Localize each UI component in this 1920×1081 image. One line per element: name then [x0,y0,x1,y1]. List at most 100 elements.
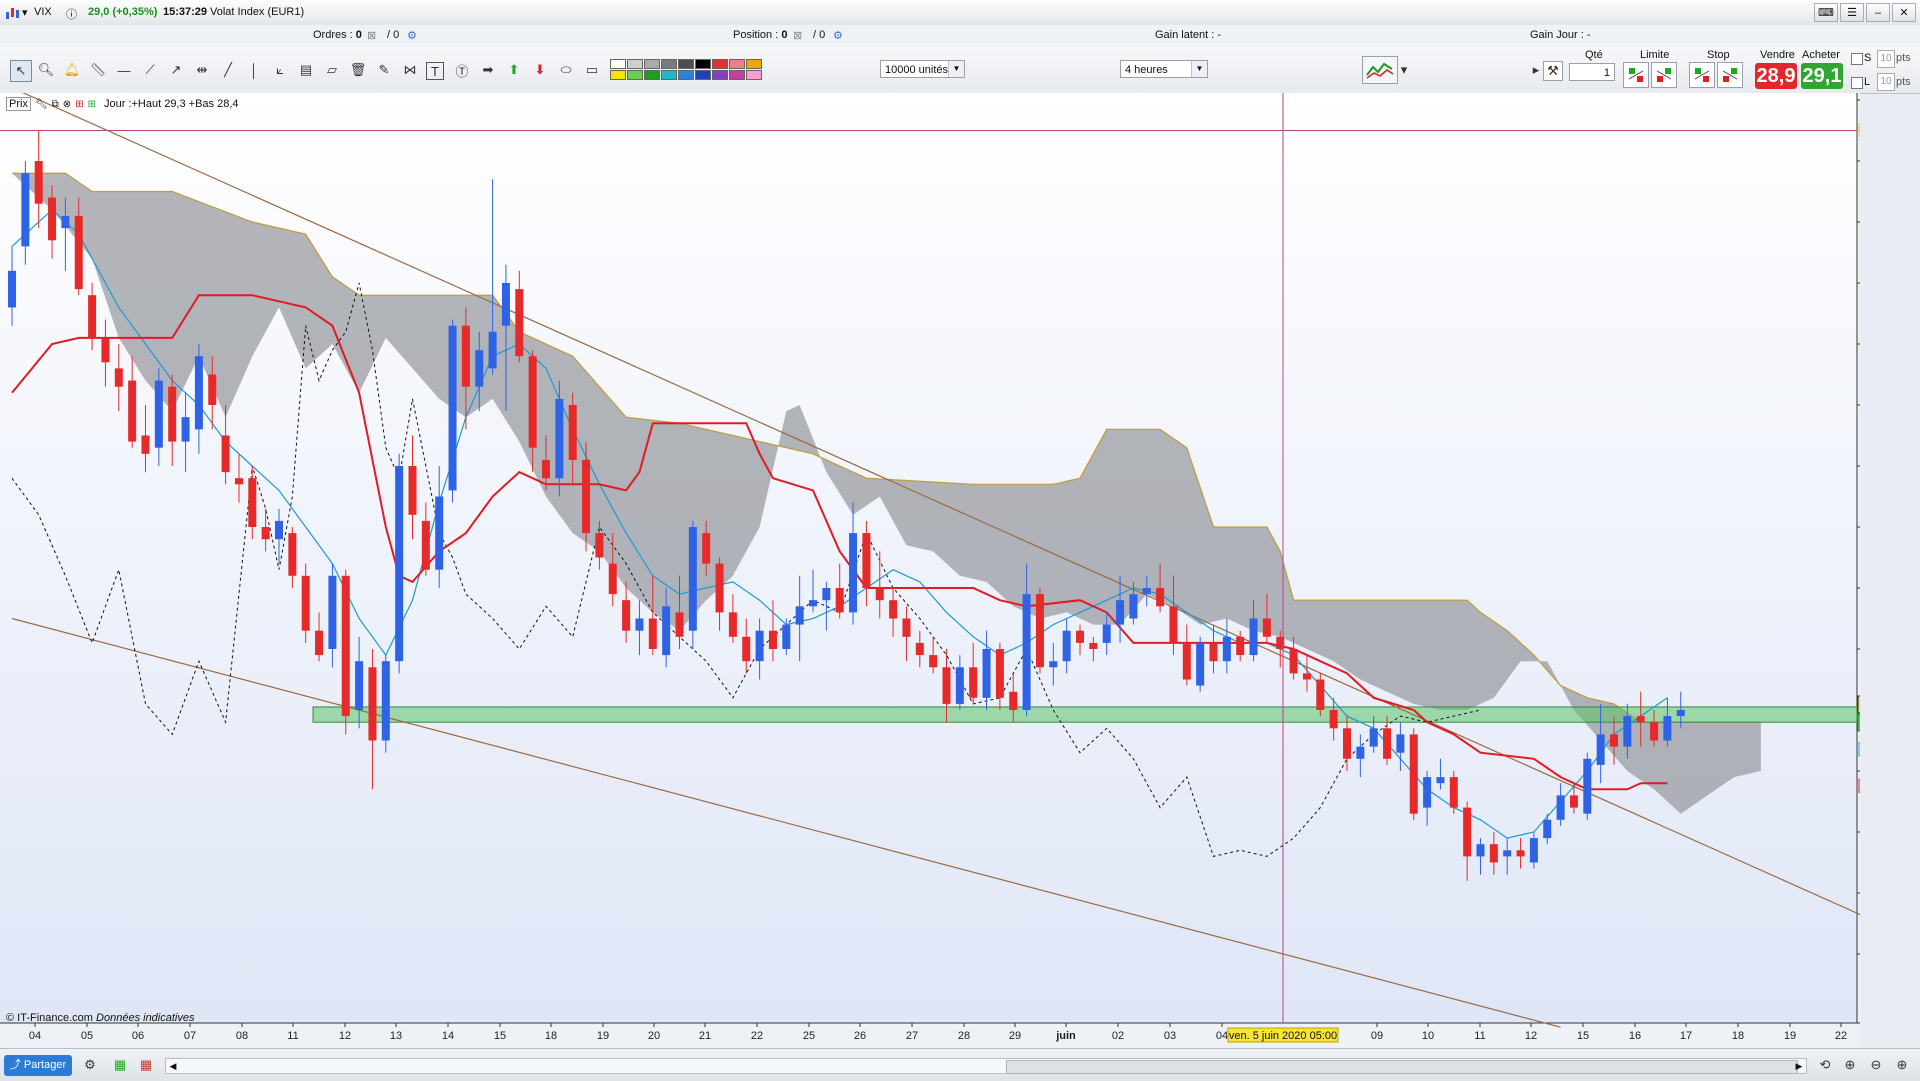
cursor-icon[interactable]: ↖ [10,60,32,82]
candle[interactable] [88,295,97,338]
wrench-icon[interactable]: 🔧︎ [35,99,48,110]
candle[interactable] [1222,636,1231,662]
candle[interactable] [1169,606,1178,643]
candle[interactable] [74,215,83,290]
color-palette[interactable] [610,59,766,81]
extended-line-icon[interactable]: ⇹ [192,60,212,80]
arrow-right-icon[interactable]: ➡ [478,60,498,80]
candle[interactable] [461,325,470,387]
candle[interactable] [1142,588,1151,595]
candle[interactable] [675,612,684,637]
candle[interactable] [515,289,524,357]
candle[interactable] [101,337,110,363]
color-swatch[interactable] [678,70,694,80]
limit-sell-icon[interactable] [1651,62,1677,88]
color-swatch[interactable] [678,59,694,69]
price-tag[interactable]: Prix [6,97,31,111]
candle[interactable] [1289,649,1298,674]
candle[interactable] [435,496,444,570]
fan-icon[interactable]: ⟀ [270,60,290,80]
candle[interactable] [1569,795,1578,808]
indicators-dropdown-icon[interactable]: ▾ [1398,60,1410,80]
qty-input[interactable]: 1 [1569,63,1615,81]
candle[interactable] [1182,642,1191,680]
color-swatch[interactable] [729,70,745,80]
candle[interactable] [862,533,871,588]
settings-icon[interactable]: ⚙ [80,1055,100,1075]
horizontal-line-icon[interactable]: — [114,60,134,80]
candle[interactable] [488,331,497,369]
orders-settings-icon[interactable]: ⚙ [407,29,417,42]
add-icon[interactable]: ⊞ [75,99,83,110]
candle[interactable] [1022,594,1031,710]
dropdown-arrow-icon[interactable]: ▾ [22,6,28,19]
candle[interactable] [48,197,57,241]
candle[interactable] [1369,728,1378,747]
ellipse-icon[interactable]: ⬭ [556,60,576,80]
candle[interactable] [341,575,350,717]
sell-button[interactable]: 28,9 [1755,63,1797,89]
color-swatch[interactable] [644,59,660,69]
tooltip-icon[interactable]: Ⓣ [452,60,472,80]
rectangle-icon[interactable]: ▭ [582,60,602,80]
candle[interactable] [261,527,270,540]
color-swatch[interactable] [695,59,711,69]
text-icon[interactable]: T [426,62,444,80]
candle[interactable] [1035,594,1044,668]
color-swatch[interactable] [695,70,711,80]
candle[interactable] [929,655,938,668]
l-checkbox[interactable] [1851,77,1863,89]
candle[interactable] [648,618,657,650]
candle[interactable] [1409,734,1418,814]
candle[interactable] [622,600,631,631]
candle[interactable] [715,563,724,613]
candle[interactable] [542,459,550,479]
candle[interactable] [1076,630,1084,643]
vertical-line-icon[interactable]: │ [244,60,264,80]
color-swatch[interactable] [661,59,677,69]
candle[interactable] [248,478,257,527]
position-settings-icon[interactable]: ⚙ [833,29,843,42]
candle[interactable] [1356,746,1365,759]
candle[interactable] [889,600,898,619]
scroll-left-icon[interactable]: ◀ [166,1059,180,1073]
close-icon[interactable]: ✕ [1892,3,1916,22]
candle[interactable] [555,398,564,479]
candle[interactable] [969,667,978,698]
candle[interactable] [141,435,150,454]
magic-wand-icon[interactable]: ✎ [374,60,394,80]
candle[interactable] [742,636,751,662]
stop-sell-icon[interactable] [1717,62,1743,88]
candle[interactable] [1196,642,1205,686]
candle[interactable] [381,661,390,741]
candle[interactable] [288,533,297,576]
candle[interactable] [408,466,417,515]
candle[interactable] [475,350,484,387]
candle[interactable] [1476,844,1485,857]
candle[interactable] [835,588,844,613]
candle[interactable] [315,630,324,656]
price-chart[interactable]: 25262728293031323334353637383938,528,800… [0,87,1920,1048]
s-points-input[interactable]: 10 [1877,50,1895,68]
units-select[interactable]: 10000 unités ▼ [880,60,965,78]
candle[interactable] [1383,728,1392,759]
zoom-out-icon[interactable]: ⊖ [1866,1055,1886,1075]
undo-icon[interactable]: ⟲ [1815,1055,1835,1075]
candle[interactable] [1343,728,1351,759]
color-swatch[interactable] [712,59,728,69]
candle[interactable] [21,173,30,247]
candle[interactable] [768,630,777,649]
arrow-down-icon[interactable]: ⬇ [530,60,550,80]
candle[interactable] [1556,795,1565,820]
chart-canvas[interactable]: 25262728293031323334353637383938,528,800… [0,87,1920,1048]
candle[interactable] [902,618,911,637]
candle[interactable] [995,649,1004,698]
channel-icon[interactable]: ▱ [322,60,342,80]
candle[interactable] [1249,618,1258,656]
candle[interactable] [1529,838,1538,863]
color-swatch[interactable] [610,70,626,80]
candle[interactable] [568,405,577,460]
orders-close-icon[interactable]: ⊠ [367,29,376,42]
candle[interactable] [1102,624,1111,643]
candle[interactable] [1503,850,1512,857]
